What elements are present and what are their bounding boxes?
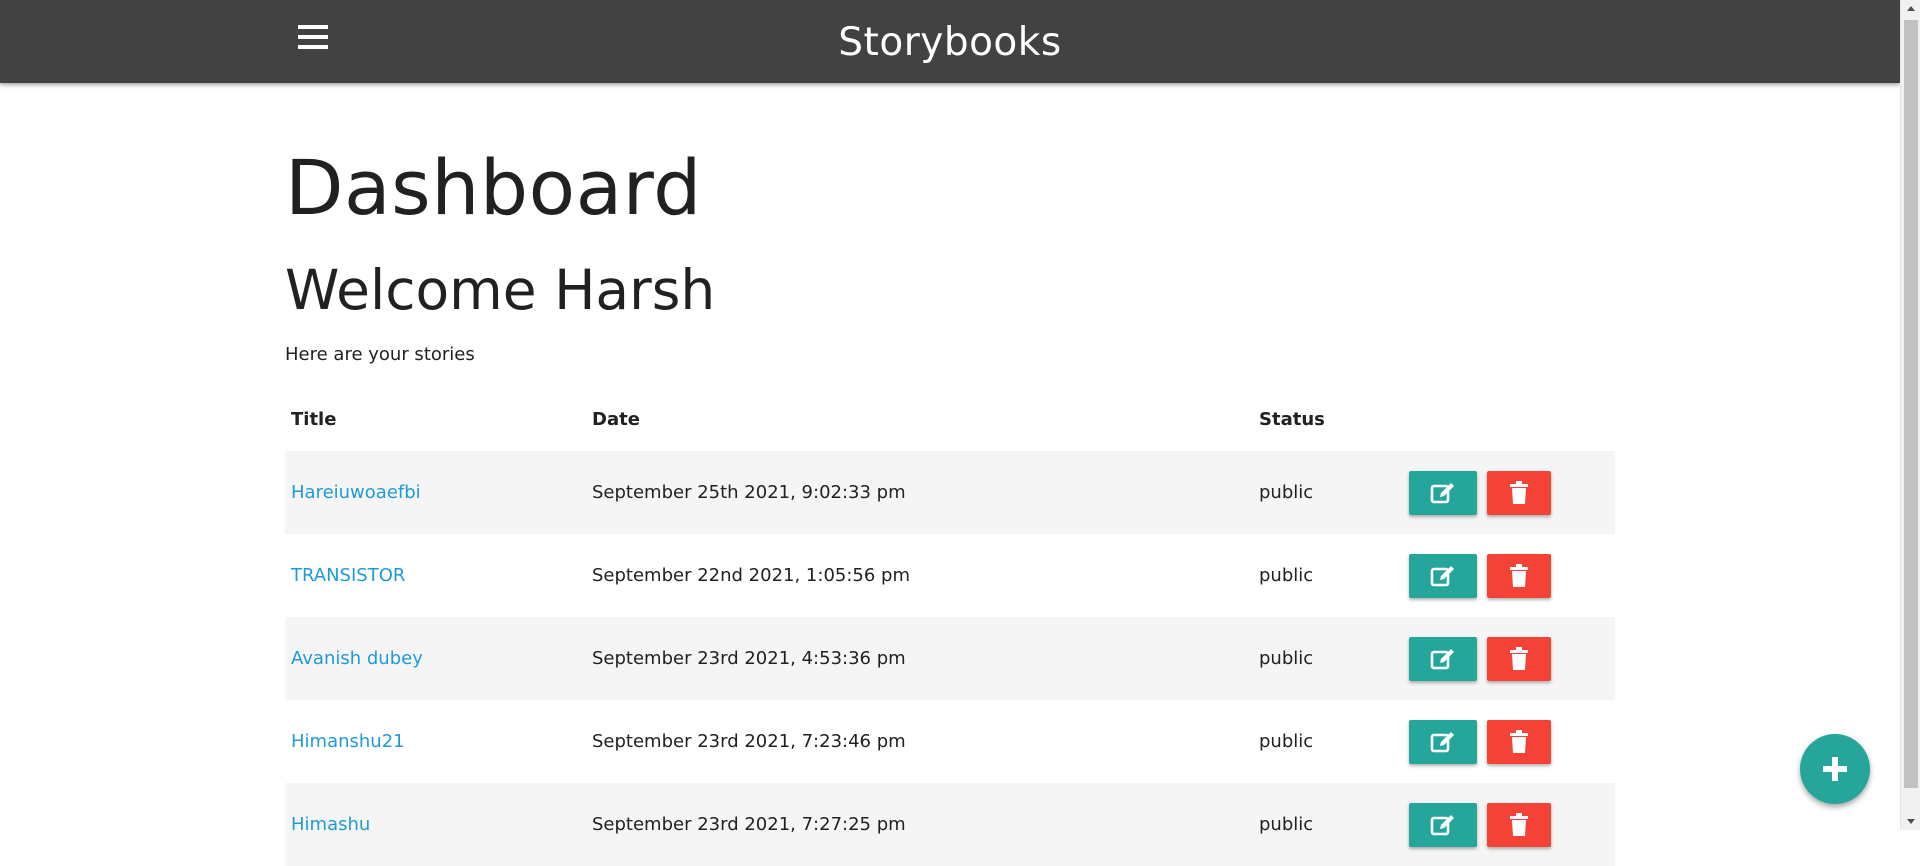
edit-icon bbox=[1430, 814, 1454, 835]
delete-story-button[interactable] bbox=[1487, 470, 1551, 515]
story-actions bbox=[1403, 700, 1615, 783]
add-story-button[interactable] bbox=[1800, 734, 1870, 804]
story-status: public bbox=[1259, 648, 1314, 669]
edit-story-button[interactable] bbox=[1409, 470, 1477, 515]
edit-icon bbox=[1430, 482, 1454, 503]
delete-story-button[interactable] bbox=[1487, 553, 1551, 598]
column-header-actions bbox=[1403, 387, 1615, 451]
edit-icon bbox=[1430, 731, 1454, 752]
delete-story-button[interactable] bbox=[1487, 636, 1551, 681]
trash-icon bbox=[1510, 812, 1528, 836]
scroll-down-arrow-icon[interactable] bbox=[1901, 812, 1920, 830]
story-actions bbox=[1403, 783, 1615, 866]
table-row: Avanish dubey September 23rd 2021, 4:53:3… bbox=[285, 617, 1615, 700]
table-header-row: Title Date Status bbox=[285, 387, 1615, 451]
edit-story-button[interactable] bbox=[1409, 802, 1477, 847]
edit-story-button[interactable] bbox=[1409, 719, 1477, 764]
story-title-cell: Hareiuwoaefbi bbox=[285, 451, 586, 534]
story-date: September 23rd 2021, 4:53:36 pm bbox=[592, 648, 906, 669]
edit-icon bbox=[1430, 648, 1454, 669]
column-header-date: Date bbox=[592, 408, 640, 430]
welcome-heading: Welcome Harsh bbox=[285, 258, 716, 322]
story-status: public bbox=[1259, 565, 1314, 586]
table-row: Hareiuwoaefbi September 25th 2021, 9:02:3… bbox=[285, 451, 1615, 534]
table-row: Himashu September 23rd 2021, 7:27:25 pm pu… bbox=[285, 783, 1615, 866]
vertical-scrollbar[interactable] bbox=[1900, 0, 1920, 830]
scrollbar-thumb[interactable] bbox=[1904, 20, 1918, 788]
brand-logo[interactable]: Storybooks bbox=[0, 20, 1900, 66]
page-title: Dashboard bbox=[285, 143, 702, 232]
navbar: Storybooks bbox=[0, 0, 1900, 83]
story-title-cell: Himashu bbox=[285, 783, 586, 866]
trash-icon bbox=[1510, 480, 1528, 504]
stories-table: Title Date Status Hareiuwoaefbi September… bbox=[285, 387, 1615, 866]
scroll-up-arrow-icon[interactable] bbox=[1901, 0, 1920, 18]
story-date: September 23rd 2021, 7:27:25 pm bbox=[592, 814, 906, 835]
story-title-link[interactable]: TRANSISTOR bbox=[291, 565, 405, 586]
story-date: September 25th 2021, 9:02:33 pm bbox=[592, 482, 906, 503]
story-title-link[interactable]: Himashu bbox=[291, 814, 370, 835]
column-header-status: Status bbox=[1259, 408, 1325, 430]
edit-story-button[interactable] bbox=[1409, 553, 1477, 598]
table-row: TRANSISTOR September 22nd 2021, 1:05:56 p… bbox=[285, 534, 1615, 617]
plus-icon bbox=[1823, 757, 1847, 781]
story-title-link[interactable]: Avanish dubey bbox=[291, 648, 423, 669]
table-row: Himanshu21 September 23rd 2021, 7:23:46 p… bbox=[285, 700, 1615, 783]
delete-story-button[interactable] bbox=[1487, 802, 1551, 847]
trash-icon bbox=[1510, 729, 1528, 753]
story-actions bbox=[1403, 617, 1615, 700]
story-title-cell: Himanshu21 bbox=[285, 700, 586, 783]
story-status: public bbox=[1259, 731, 1314, 752]
story-status: public bbox=[1259, 482, 1314, 503]
edit-icon bbox=[1430, 565, 1454, 586]
story-date: September 23rd 2021, 7:23:46 pm bbox=[592, 731, 906, 752]
story-title-cell: TRANSISTOR bbox=[285, 534, 586, 617]
story-status: public bbox=[1259, 814, 1314, 835]
column-header-title: Title bbox=[291, 408, 337, 430]
story-title-link[interactable]: Himanshu21 bbox=[291, 731, 405, 752]
trash-icon bbox=[1510, 563, 1528, 587]
story-actions bbox=[1403, 451, 1615, 534]
story-title-cell: Avanish dubey bbox=[285, 617, 586, 700]
trash-icon bbox=[1510, 646, 1528, 670]
story-title-link[interactable]: Hareiuwoaefbi bbox=[291, 482, 421, 503]
story-date: September 22nd 2021, 1:05:56 pm bbox=[592, 565, 910, 586]
stories-subtitle: Here are your stories bbox=[285, 344, 475, 365]
edit-story-button[interactable] bbox=[1409, 636, 1477, 681]
story-actions bbox=[1403, 534, 1615, 617]
delete-story-button[interactable] bbox=[1487, 719, 1551, 764]
